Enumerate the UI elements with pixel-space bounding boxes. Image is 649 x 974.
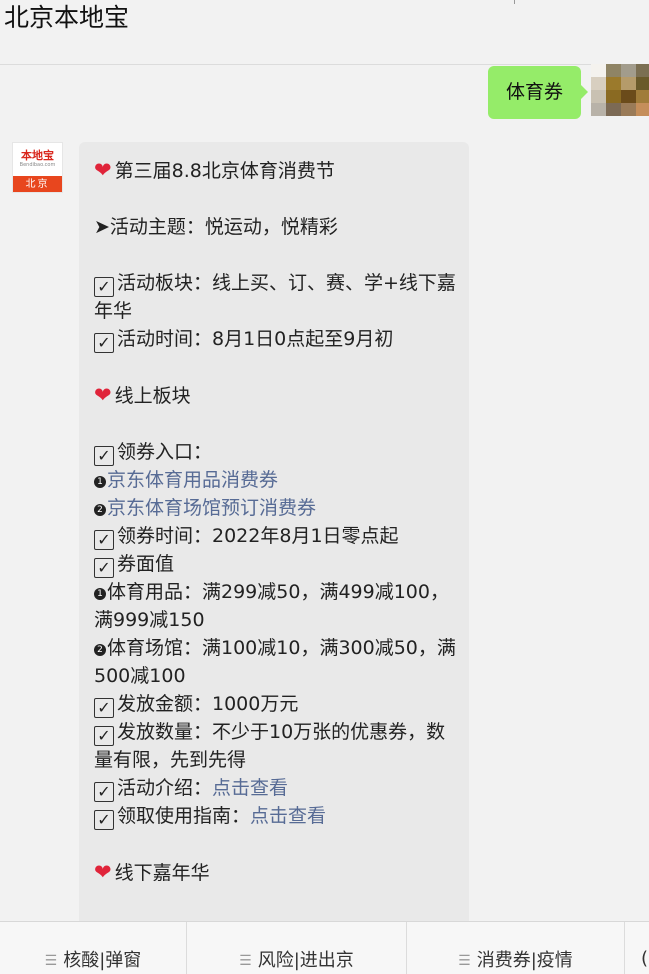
heart-icon: ❤ <box>94 158 112 182</box>
menu-icon: ☰ <box>44 953 58 969</box>
header-mark <box>514 0 515 4</box>
menu-tab-risk[interactable]: ☰ 风险|进出京 <box>187 922 406 974</box>
bottom-menu-bar: ☰ 核酸|弹窗 ☰ 风险|进出京 ☰ 消费券|疫情 ( <box>0 921 649 974</box>
checkbox-icon: ✓ <box>94 726 114 746</box>
guide-link[interactable]: 点击查看 <box>250 805 326 827</box>
guide-label: 领取使用指南： <box>117 805 251 827</box>
intro-label: 活动介绍： <box>117 777 213 799</box>
menu-tab-label: 核酸|弹窗 <box>63 950 142 971</box>
checkbox-icon: ✓ <box>94 810 114 830</box>
intro-link[interactable]: 点击查看 <box>212 777 288 799</box>
amount-line: 发放金额：1000万元 <box>117 693 299 715</box>
checkbox-icon: ✓ <box>94 530 114 550</box>
offline-heading: 线下嘉年华 <box>114 862 210 884</box>
chat-header: 北京本地宝 <box>0 0 649 65</box>
heart-icon: ❤ <box>94 383 112 407</box>
logo-sub: Bendibao.com <box>19 162 56 168</box>
logo-city: 北京 <box>13 176 62 192</box>
logo-brand: 本地宝 <box>21 149 54 162</box>
outgoing-message-text: 体育券 <box>505 81 563 103</box>
number-two-icon: 2 <box>94 504 106 516</box>
menu-tab-label: 消费券|疫情 <box>476 950 573 971</box>
menu-tab-label: 风险|进出京 <box>257 950 354 971</box>
number-one-icon: 1 <box>94 588 106 600</box>
menu-tab-nucleic[interactable]: ☰ 核酸|弹窗 <box>0 922 186 974</box>
time-line: 活动时间：8月1日0点起至9月初 <box>117 328 394 350</box>
entry-line: 领券入口： <box>117 441 213 463</box>
menu-icon: ☰ <box>239 953 252 969</box>
menu-tab-coupon[interactable]: ☰ 消费券|疫情 <box>407 922 624 974</box>
message-content: ❤ 第三届8.8北京体育消费节 ➤活动主题：悦运动，悦精彩 ✓ 活动板块：线上买、订… <box>94 156 459 887</box>
checkbox-icon: ✓ <box>94 277 114 297</box>
jd-venue-coupon-link[interactable]: 京东体育场馆预订消费券 <box>107 497 316 519</box>
goods-line: 体育用品：满299减50，满499减100，满999减150 <box>94 581 449 631</box>
account-logo[interactable]: 本地宝 Bendibao.com 北京 <box>12 142 63 193</box>
menu-icon: ☰ <box>458 953 471 969</box>
menu-divider <box>624 922 625 974</box>
face-value-line: 券面值 <box>117 553 175 575</box>
checkbox-icon: ✓ <box>94 333 114 353</box>
heart-icon: ❤ <box>94 860 112 884</box>
outgoing-message-bubble[interactable]: 体育券 <box>488 66 588 119</box>
jd-goods-coupon-link[interactable]: 京东体育用品消费券 <box>107 469 278 491</box>
quantity-line: 发放数量：不少于10万张的优惠券，数量有限，先到先得 <box>94 721 446 771</box>
number-one-icon: 1 <box>94 476 106 488</box>
coupon-time-line: 领券时间：2022年8月1日零点起 <box>117 525 399 547</box>
checkbox-icon: ✓ <box>94 446 114 466</box>
keyboard-toggle-icon[interactable]: ( <box>641 948 648 969</box>
checkbox-icon: ✓ <box>94 698 114 718</box>
incoming-message-bubble: ❤ 第三届8.8北京体育消费节 ➤活动主题：悦运动，悦精彩 ✓ 活动板块：线上买、订… <box>79 142 469 932</box>
checkbox-icon: ✓ <box>94 782 114 802</box>
user-avatar[interactable] <box>591 64 649 116</box>
venue-line: 体育场馆：满100减10，满300减50，满500减100 <box>94 637 456 687</box>
chat-title: 北京本地宝 <box>4 3 130 32</box>
number-two-icon: 2 <box>94 644 106 656</box>
online-heading: 线上板块 <box>114 385 191 407</box>
checkbox-icon: ✓ <box>94 558 114 578</box>
theme-line: ➤活动主题：悦运动，悦精彩 <box>94 216 338 238</box>
blocks-line: 活动板块：线上买、订、赛、学+线下嘉年华 <box>94 272 456 322</box>
message-title: 第三届8.8北京体育消费节 <box>114 160 335 182</box>
